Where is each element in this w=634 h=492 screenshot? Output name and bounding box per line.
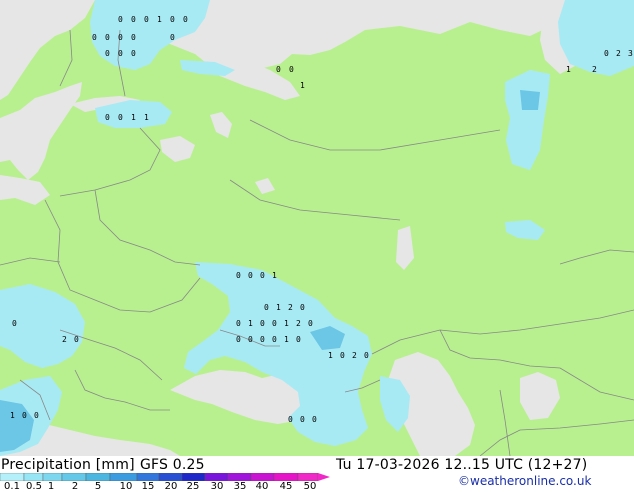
legend-overflow-arrow	[318, 473, 330, 481]
legend-color-segment	[297, 473, 319, 481]
map-value: 2	[62, 335, 67, 344]
map-value: 0	[604, 49, 609, 58]
map-value: 0	[34, 411, 39, 420]
legend-tick-label: 35	[233, 481, 247, 492]
map-value: 2	[616, 49, 621, 58]
map-value: 0	[170, 33, 175, 42]
legend-color-segment	[273, 473, 299, 481]
map-value: 0	[364, 351, 369, 360]
legend-color-segment	[158, 473, 183, 481]
legend-color-segment	[0, 473, 25, 481]
legend-tick-label: 15	[141, 481, 155, 492]
map-value: 1	[300, 81, 305, 90]
map-value: 0	[260, 335, 265, 344]
legend-tick-label: 0.1	[4, 481, 20, 492]
map-value: 0	[105, 113, 110, 122]
map-value: 1	[284, 319, 289, 328]
map-value: 2	[352, 351, 357, 360]
legend-tick-label: 1	[47, 481, 55, 492]
map-value: 0	[264, 303, 269, 312]
title-product: Precipitation [mm]	[1, 457, 135, 473]
map-value: 0	[276, 65, 281, 74]
map-value: 1	[131, 113, 136, 122]
map-value: 2	[592, 65, 597, 74]
title-datetime: Tu 17-03-2026 12..15 UTC (12+27)	[336, 457, 588, 473]
map-value: 3	[628, 49, 633, 58]
map-value: 0	[74, 335, 79, 344]
precip-heavy-3	[520, 90, 540, 110]
map-value: 0	[296, 335, 301, 344]
legend-color-segment	[250, 473, 275, 481]
legend-tick-label: 10	[119, 481, 133, 492]
legend-tick-label: 0.5	[26, 481, 42, 492]
legend-color-segment	[109, 473, 138, 481]
legend-color-segment	[181, 473, 206, 481]
map-value: 0	[131, 49, 136, 58]
map-value: 1	[144, 113, 149, 122]
map-value: 0	[12, 319, 17, 328]
map-value: 0	[105, 33, 110, 42]
map-value: 0	[118, 33, 123, 42]
map-value: 0	[312, 415, 317, 424]
legend-tick-label: 45	[279, 481, 293, 492]
map-value: 1	[276, 303, 281, 312]
map-value: 0	[260, 319, 265, 328]
legend-color-segment	[42, 473, 63, 481]
legend-color-segment	[227, 473, 252, 481]
legend-tick-label: 2	[71, 481, 79, 492]
map-value: 0	[105, 49, 110, 58]
map-value: 0	[272, 319, 277, 328]
precipitation-map: 0 0 0 1 0 0 0 0 0 0 0 0 0 0 0 0 1 1 0 0 …	[0, 0, 634, 456]
map-value: 0	[236, 335, 241, 344]
map-value: 0	[248, 271, 253, 280]
map-value: 2	[288, 303, 293, 312]
legend-tick-label: 40	[255, 481, 269, 492]
legend-color-segment	[136, 473, 160, 481]
map-value: 0	[118, 113, 123, 122]
title-model: GFS 0.25	[140, 457, 205, 473]
map-value: 1	[272, 271, 277, 280]
map-value: 0	[340, 351, 345, 360]
legend-tick-label: 30	[210, 481, 224, 492]
map-value: 0	[131, 15, 136, 24]
map-value: 0	[308, 319, 313, 328]
map-value: 0	[272, 335, 277, 344]
legend-tick-label: 25	[186, 481, 200, 492]
map-value: 0	[92, 33, 97, 42]
color-legend	[0, 473, 330, 481]
map-value: 0	[260, 271, 265, 280]
legend-tick-label: 20	[164, 481, 178, 492]
map-value: 1	[248, 319, 253, 328]
legend-tick-label: 5	[94, 481, 102, 492]
map-value: 0	[236, 271, 241, 280]
legend-color-segment	[204, 473, 229, 481]
map-value: 0	[300, 415, 305, 424]
legend-color-segment	[85, 473, 111, 481]
map-value: 0	[248, 335, 253, 344]
map-value: 0	[170, 15, 175, 24]
map-value: 1	[157, 15, 162, 24]
legend-color-segment	[23, 473, 44, 481]
map-value: 0	[289, 65, 294, 74]
map-value: 0	[118, 15, 123, 24]
credit-link[interactable]: ©weatheronline.co.uk	[458, 474, 591, 488]
legend-color-segment	[61, 473, 87, 481]
map-value: 1	[10, 411, 15, 420]
map-value: 0	[236, 319, 241, 328]
map-value: 0	[183, 15, 188, 24]
map-value: 1	[328, 351, 333, 360]
map-value: 1	[284, 335, 289, 344]
legend-tick-label: 50	[303, 481, 317, 492]
map-value: 0	[22, 411, 27, 420]
map-value: 0	[300, 303, 305, 312]
map-value: 0	[144, 15, 149, 24]
map-value: 1	[566, 65, 571, 74]
map-value: 0	[118, 49, 123, 58]
map-value: 2	[296, 319, 301, 328]
map-value: 0	[131, 33, 136, 42]
map-value: 0	[288, 415, 293, 424]
